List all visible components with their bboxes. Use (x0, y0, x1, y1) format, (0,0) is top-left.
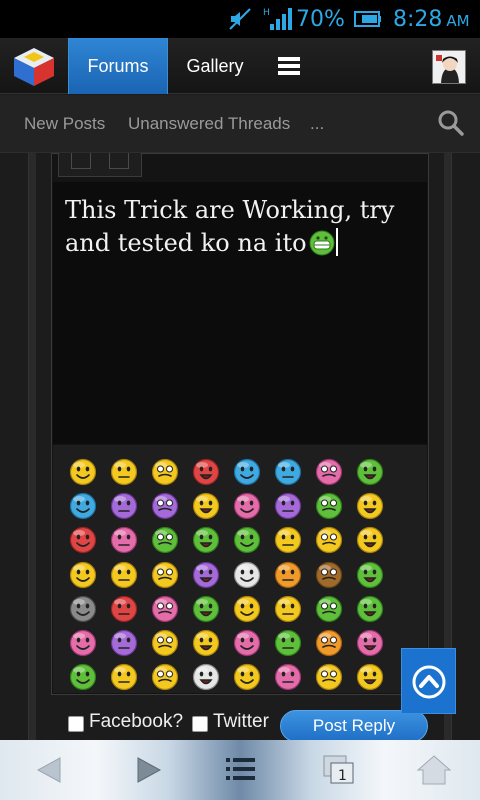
emoji-blue-icon[interactable] (69, 492, 97, 520)
emoji-yellow-icon[interactable] (233, 663, 261, 691)
tab-forums[interactable]: Forums (68, 38, 168, 94)
emoji-yellow-icon[interactable] (192, 492, 220, 520)
editor-toolbar (58, 153, 142, 177)
emoji-pink-icon[interactable] (233, 629, 261, 657)
svg-text:1: 1 (338, 768, 347, 784)
emoji-yellow-icon[interactable] (315, 526, 343, 554)
emoji-yellow-icon[interactable] (315, 663, 343, 691)
twitter-label: Twitter (213, 711, 269, 732)
emoji-green-icon[interactable] (274, 629, 302, 657)
unanswered-threads-link[interactable]: Unanswered Threads (128, 95, 290, 153)
toolbar-button[interactable] (109, 153, 129, 169)
emoji-pink-icon[interactable] (110, 526, 138, 554)
grin-emoji-icon (309, 230, 335, 256)
emoji-pink-icon[interactable] (233, 492, 261, 520)
battery-percent: 70% (296, 6, 345, 32)
more-link[interactable]: ... (310, 95, 324, 153)
left-rail (28, 153, 36, 740)
emoji-pink-icon[interactable] (69, 629, 97, 657)
emoji-green-icon[interactable] (192, 595, 220, 623)
emoji-green-icon[interactable] (356, 595, 384, 623)
emoji-purple-icon[interactable] (192, 561, 220, 589)
emoji-green-icon[interactable] (69, 663, 97, 691)
new-posts-link[interactable]: New Posts (24, 95, 105, 153)
hamburger-icon[interactable] (276, 55, 302, 77)
scroll-to-top-button[interactable] (401, 648, 456, 714)
message-line-1: This Trick are Working, try (65, 196, 395, 224)
emoji-green-icon[interactable] (356, 458, 384, 486)
time: 8:28 (393, 6, 443, 32)
twitter-checkbox[interactable] (192, 716, 208, 732)
emoji-pink-icon[interactable] (315, 458, 343, 486)
emoji-yellow-icon[interactable] (356, 492, 384, 520)
emoji-yellow-icon[interactable] (356, 663, 384, 691)
emoji-yellow-icon[interactable] (151, 561, 179, 589)
sub-nav: New Posts Unanswered Threads ... (0, 95, 480, 153)
emoji-green-icon[interactable] (151, 526, 179, 554)
emoji-picker (53, 445, 427, 693)
emoji-yellow-icon[interactable] (151, 458, 179, 486)
emoji-gray-icon[interactable] (69, 595, 97, 623)
emoji-yellow-icon[interactable] (356, 526, 384, 554)
emoji-green-icon[interactable] (315, 492, 343, 520)
emoji-yellow-icon[interactable] (151, 629, 179, 657)
emoji-pink-icon[interactable] (274, 663, 302, 691)
emoji-yellow-icon[interactable] (110, 663, 138, 691)
windows-icon[interactable]: 1 (318, 752, 358, 788)
message-line-2: and tested ko na ito (65, 229, 307, 257)
mute-icon (228, 0, 252, 38)
emoji-brown-icon[interactable] (315, 561, 343, 589)
am-pm: AM (446, 12, 470, 30)
emoji-purple-icon[interactable] (110, 492, 138, 520)
emoji-purple-icon[interactable] (110, 629, 138, 657)
signal-icon: H (262, 0, 294, 38)
status-bar: H 70% 8:28 AM (0, 0, 480, 38)
emoji-red-icon[interactable] (69, 526, 97, 554)
emoji-red-icon[interactable] (192, 458, 220, 486)
emoji-white-icon[interactable] (192, 663, 220, 691)
emoji-purple-icon[interactable] (151, 492, 179, 520)
emoji-orange-icon[interactable] (274, 561, 302, 589)
search-icon[interactable] (438, 110, 464, 136)
clock: 8:28 AM (393, 0, 470, 38)
tab-gallery[interactable]: Gallery (170, 38, 260, 94)
emoji-blue-icon[interactable] (274, 458, 302, 486)
avatar[interactable] (432, 50, 466, 84)
back-icon[interactable] (30, 752, 70, 788)
emoji-pink-icon[interactable] (151, 595, 179, 623)
facebook-label: Facebook? (89, 711, 184, 732)
emoji-yellow-icon[interactable] (192, 629, 220, 657)
emoji-yellow-icon[interactable] (110, 458, 138, 486)
emoji-pink-icon[interactable] (356, 629, 384, 657)
emoji-purple-icon[interactable] (274, 492, 302, 520)
emoji-yellow-icon[interactable] (274, 526, 302, 554)
emoji-yellow-icon[interactable] (110, 561, 138, 589)
forward-icon[interactable] (128, 752, 168, 788)
chevron-up-icon (412, 665, 446, 699)
emoji-green-icon[interactable] (192, 526, 220, 554)
text-caret (335, 228, 338, 256)
emoji-blue-icon[interactable] (233, 458, 261, 486)
emoji-green-icon[interactable] (315, 595, 343, 623)
top-nav: Forums Gallery (0, 38, 480, 94)
emoji-yellow-icon[interactable] (69, 561, 97, 589)
emoji-yellow-icon[interactable] (274, 595, 302, 623)
emoji-yellow-icon[interactable] (233, 595, 261, 623)
emoji-yellow-icon[interactable] (151, 663, 179, 691)
emoji-red-icon[interactable] (110, 595, 138, 623)
battery-icon (354, 0, 382, 38)
emoji-white-icon[interactable] (233, 561, 261, 589)
toolbar-button[interactable] (71, 153, 91, 169)
emoji-green-icon[interactable] (233, 526, 261, 554)
system-nav-bar: 1 (0, 740, 480, 800)
emoji-orange-icon[interactable] (315, 629, 343, 657)
emoji-green-icon[interactable] (356, 561, 384, 589)
message-editor[interactable]: This Trick are Working, try and tested k… (53, 182, 427, 444)
site-logo-icon[interactable] (12, 46, 56, 88)
signal-type: H (263, 8, 270, 18)
facebook-checkbox[interactable] (68, 716, 84, 732)
emoji-yellow-icon[interactable] (69, 458, 97, 486)
home-icon[interactable] (414, 752, 454, 788)
list-menu-icon[interactable] (222, 752, 262, 788)
